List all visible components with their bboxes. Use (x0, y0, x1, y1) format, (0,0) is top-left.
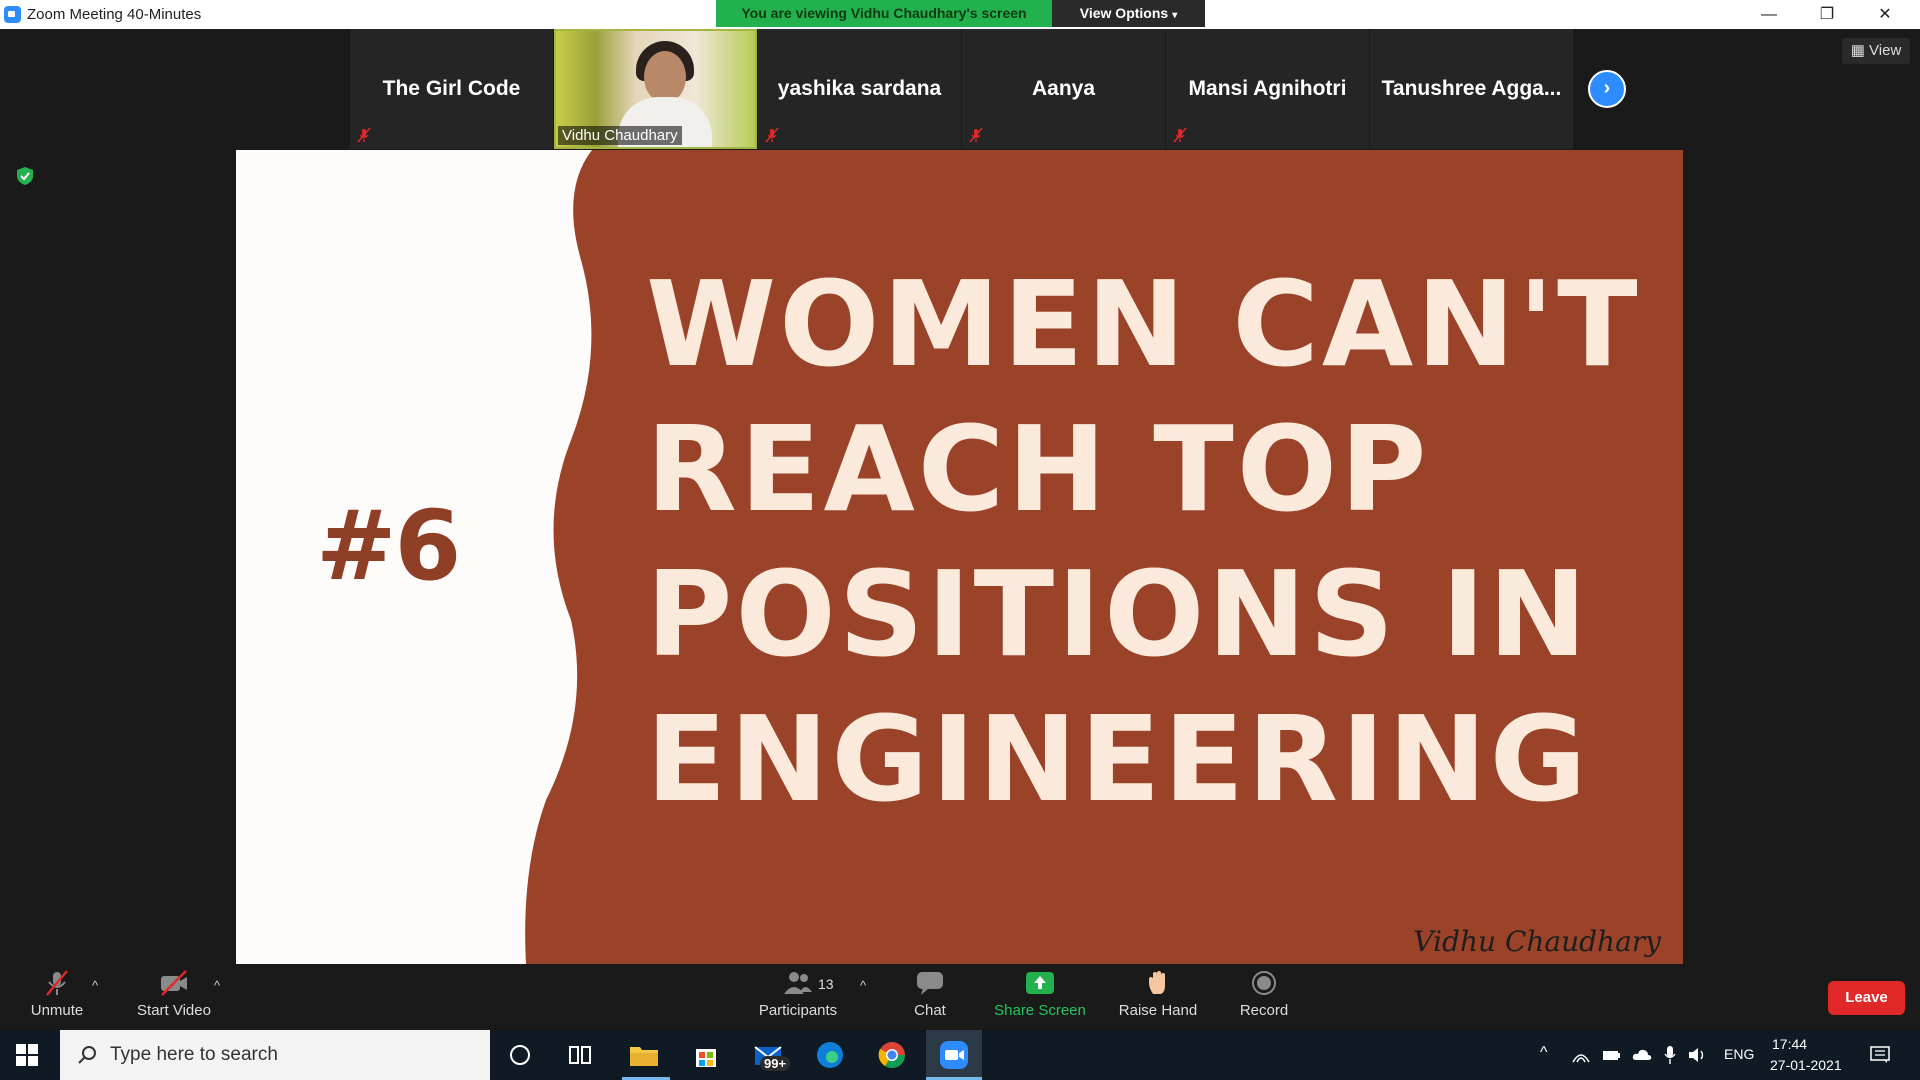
restore-button[interactable]: ❐ (1798, 0, 1856, 29)
slide-headline-line: WOMEN CAN'T (646, 255, 1641, 393)
chrome-browser-icon[interactable] (876, 1039, 908, 1071)
slide-number: #6 (316, 490, 461, 602)
video-off-icon (161, 970, 187, 996)
view-options-button[interactable]: View Options ▾ (1052, 0, 1205, 27)
microphone-in-use-icon[interactable] (1664, 1045, 1676, 1065)
leave-button[interactable]: Leave (1828, 981, 1905, 1015)
share-screen-button[interactable]: Share Screen (992, 970, 1088, 1019)
mail-badge: 99+ (760, 1056, 791, 1071)
participant-name: Aanya (1031, 77, 1096, 100)
shared-screen-slide: #6 WOMEN CAN'T REACH TOP POSITIONS IN EN… (236, 150, 1683, 964)
chat-label: Chat (914, 1002, 946, 1019)
participant-name: yashika sardana (777, 77, 942, 100)
view-options-label: View Options (1079, 5, 1169, 21)
slide-headline-line: ENGINEERING (646, 690, 1590, 828)
share-screen-label: Share Screen (994, 1002, 1086, 1019)
zoom-app-icon (4, 6, 21, 23)
muted-mic-icon (357, 127, 371, 143)
slide-headline-line: REACH TOP (646, 400, 1430, 538)
minimize-button[interactable]: — (1740, 0, 1798, 29)
onedrive-cloud-icon[interactable] (1632, 1047, 1652, 1061)
file-explorer-icon[interactable] (628, 1039, 660, 1071)
next-page-arrow-icon[interactable]: › (1588, 70, 1626, 108)
chat-icon (917, 972, 943, 995)
participant-name: Tanushree Agga... (1381, 77, 1562, 100)
audio-options-caret-icon[interactable]: ^ (92, 978, 98, 993)
participant-tile[interactable]: Tanushree Agga... (1370, 29, 1573, 149)
muted-mic-icon (969, 127, 983, 143)
participant-video-tile[interactable]: Vidhu Chaudhary (554, 29, 757, 149)
edge-browser-icon[interactable] (814, 1039, 846, 1071)
participant-name: The Girl Code (382, 77, 521, 100)
chat-button[interactable]: Chat (906, 970, 954, 1019)
meeting-controls-bar: Unmute ^ Start Video ^ Participants 13 ^… (0, 964, 1920, 1030)
notifications-icon[interactable] (1870, 1046, 1890, 1064)
participant-name: Mansi Agnihotri (1188, 77, 1347, 100)
video-options-caret-icon[interactable]: ^ (214, 978, 220, 993)
participant-tile[interactable]: Mansi Agnihotri (1166, 29, 1369, 149)
raise-hand-label: Raise Hand (1118, 1002, 1198, 1019)
video-person-face (644, 51, 686, 103)
zoom-app-icon[interactable] (938, 1039, 970, 1071)
muted-mic-icon (1173, 127, 1187, 143)
slide-signature: Vidhu Chaudhary (1413, 925, 1661, 958)
network-icon[interactable] (1572, 1046, 1590, 1064)
cortana-icon[interactable] (504, 1039, 536, 1071)
raise-hand-button[interactable]: Raise Hand (1116, 970, 1200, 1019)
search-placeholder: Type here to search (110, 1044, 278, 1065)
battery-icon[interactable] (1602, 1047, 1620, 1063)
participants-icon (784, 972, 812, 994)
record-label: Record (1239, 1002, 1289, 1019)
speaker-volume-icon[interactable] (1688, 1046, 1708, 1064)
participants-count: 13 (818, 976, 834, 992)
clock-date[interactable]: 27-01-2021 (1770, 1057, 1842, 1073)
title-bar: Zoom Meeting 40-Minutes You are viewing … (0, 0, 1920, 29)
chevron-down-icon: ▾ (1172, 10, 1178, 21)
muted-mic-icon (765, 127, 779, 143)
microsoft-store-icon[interactable] (690, 1039, 722, 1071)
search-icon (78, 1046, 96, 1064)
participants-options-caret-icon[interactable]: ^ (860, 978, 866, 993)
view-label: View (1869, 42, 1902, 59)
encryption-shield-icon[interactable] (16, 166, 34, 186)
record-icon (1252, 971, 1276, 995)
share-screen-icon (1026, 972, 1054, 994)
window-title: Zoom Meeting 40-Minutes (27, 6, 202, 23)
participant-tile[interactable]: The Girl Code (350, 29, 553, 149)
language-indicator[interactable]: ENG (1724, 1046, 1754, 1062)
participant-tile[interactable]: Aanya (962, 29, 1165, 149)
unmute-label: Unmute (30, 1002, 84, 1019)
slide-headline-line: POSITIONS IN (646, 545, 1590, 683)
view-button[interactable]: ▦ View (1842, 38, 1910, 64)
participant-strip: The Girl Code Vidhu Chaudhary yashika sa… (350, 29, 1574, 149)
raise-hand-icon (1149, 971, 1165, 994)
taskbar-search-box[interactable]: Type here to search (60, 1030, 490, 1080)
unmute-button[interactable]: Unmute (22, 970, 92, 1019)
start-video-button[interactable]: Start Video (132, 970, 216, 1019)
clock-time[interactable]: 17:44 (1772, 1036, 1807, 1052)
close-button[interactable]: ✕ (1856, 0, 1914, 29)
grid-icon: ▦ (1850, 42, 1870, 59)
start-video-label: Start Video (137, 1002, 211, 1019)
windows-start-icon[interactable] (16, 1044, 38, 1066)
muted-mic-icon (46, 970, 68, 996)
task-view-icon[interactable] (564, 1039, 596, 1071)
participants-label: Participants (758, 1002, 838, 1019)
record-button[interactable]: Record (1234, 970, 1294, 1019)
taskbar: Type here to search 99+ ^ ENG 17:44 27-0… (0, 1030, 1920, 1080)
viewing-banner: You are viewing Vidhu Chaudhary's screen (716, 0, 1052, 27)
participant-name: Vidhu Chaudhary (558, 126, 682, 145)
participant-tile[interactable]: yashika sardana (758, 29, 961, 149)
show-hidden-icons-caret-icon[interactable]: ^ (1540, 1044, 1548, 1062)
